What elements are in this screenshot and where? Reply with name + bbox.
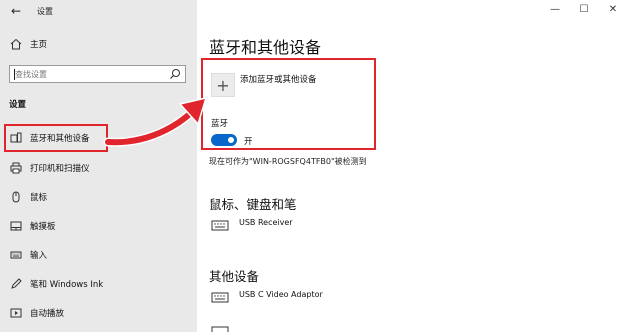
back-arrow-icon[interactable]: ← bbox=[9, 4, 23, 18]
discoverable-text: 现在可作为"WIN-ROGSFQ4TFB0"被检测到 bbox=[209, 157, 367, 166]
highlight-box-main bbox=[201, 58, 376, 150]
sidebar-item-label: 触摸板 bbox=[30, 222, 56, 232]
section-label: 设置 bbox=[9, 100, 27, 110]
sidebar-item-input[interactable]: 输入 bbox=[0, 244, 197, 266]
search-input[interactable]: 查找设置 bbox=[9, 65, 186, 83]
sidebar-item-mouse[interactable]: 鼠标 bbox=[0, 186, 197, 208]
sidebar-item-label: 笔和 Windows Ink bbox=[30, 280, 104, 290]
sidebar-item-printers[interactable]: 打印机和扫描仪 bbox=[0, 157, 197, 179]
search-placeholder: 查找设置 bbox=[15, 70, 47, 79]
keyboard-icon bbox=[9, 248, 23, 262]
device-icon bbox=[211, 324, 229, 332]
page-title: 蓝牙和其他设备 bbox=[209, 38, 322, 57]
mouse-icon bbox=[9, 190, 23, 204]
sidebar-item-label: 自动播放 bbox=[30, 309, 65, 319]
device-name: USB Receiver bbox=[239, 218, 293, 227]
keyboard-icon bbox=[211, 218, 229, 232]
group-title-mouse-keyboard: 鼠标、键盘和笔 bbox=[209, 197, 297, 212]
pen-icon bbox=[9, 277, 23, 291]
sidebar-item-label: 输入 bbox=[30, 251, 48, 261]
window-title: 设置 bbox=[37, 7, 53, 16]
sidebar-item-label: 主页 bbox=[30, 40, 48, 50]
sidebar-item-pen[interactable]: 笔和 Windows Ink bbox=[0, 273, 197, 295]
close-icon[interactable]: ✕ bbox=[607, 4, 619, 16]
group-title-other-devices: 其他设备 bbox=[209, 269, 260, 284]
home-icon bbox=[9, 37, 23, 51]
highlight-box-sidebar bbox=[4, 124, 108, 152]
settings-sidebar: ← 设置 主页 查找设置 设置 蓝牙和其他设备 打印机和扫描仪 鼠标 触摸板 输… bbox=[0, 0, 197, 332]
maximize-icon[interactable]: ☐ bbox=[578, 4, 590, 16]
annotation-arrow bbox=[103, 96, 208, 147]
autoplay-icon bbox=[9, 306, 23, 320]
minimize-icon[interactable]: — bbox=[549, 4, 561, 16]
sidebar-item-label: 打印机和扫描仪 bbox=[30, 164, 90, 174]
sidebar-item-home[interactable]: 主页 bbox=[0, 33, 197, 55]
sidebar-item-label: 鼠标 bbox=[30, 193, 48, 203]
display-adapter-icon bbox=[211, 290, 229, 304]
device-name: USB C Video Adaptor bbox=[239, 290, 323, 299]
printer-icon bbox=[9, 161, 23, 175]
search-icon[interactable] bbox=[169, 68, 181, 80]
sidebar-item-autoplay[interactable]: 自动播放 bbox=[0, 302, 197, 324]
sidebar-item-touchpad[interactable]: 触摸板 bbox=[0, 215, 197, 237]
touchpad-icon bbox=[9, 219, 23, 233]
main-content: — ☐ ✕ 蓝牙和其他设备 + 添加蓝牙或其他设备 蓝牙 开 现在可作为"WIN… bbox=[197, 0, 627, 332]
